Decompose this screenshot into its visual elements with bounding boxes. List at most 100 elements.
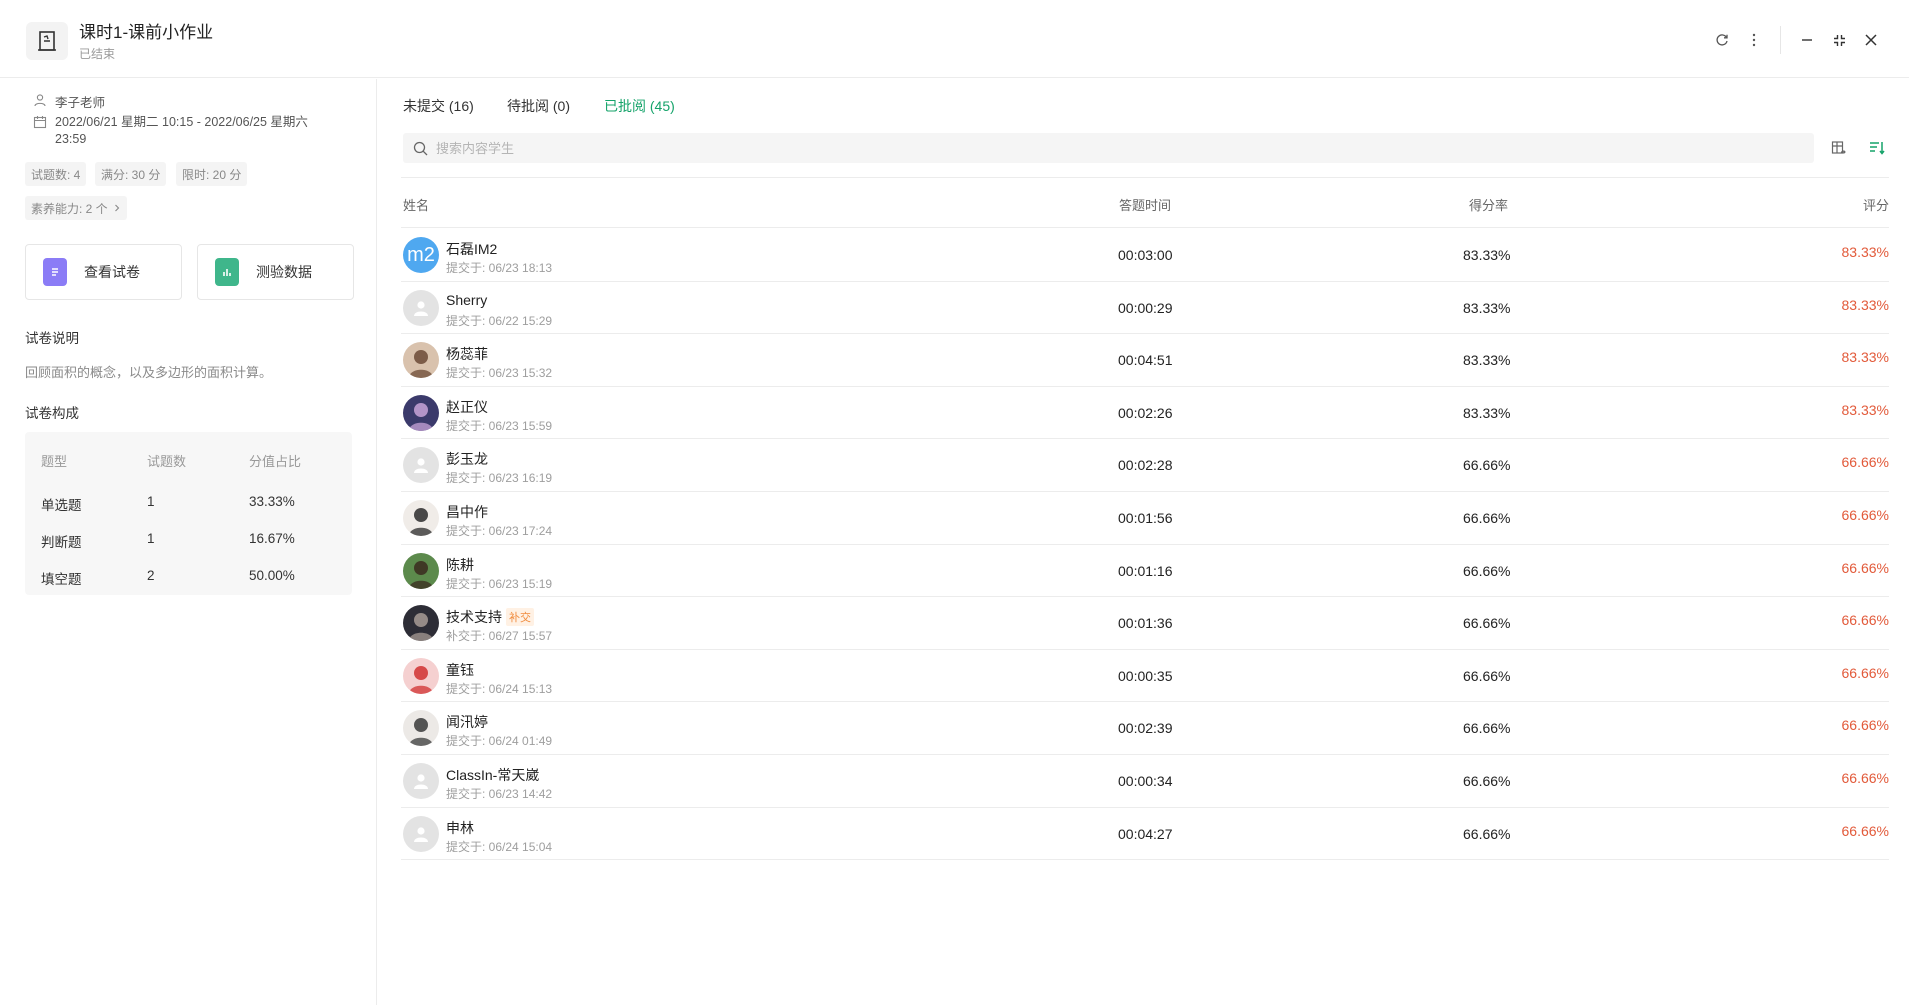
cell-ratio: 16.67% [249,531,295,546]
restore-icon[interactable] [1823,24,1855,56]
score-rate: 66.66% [1463,773,1511,789]
score-rate: 66.66% [1463,825,1511,842]
table-header: 姓名 答题时间 得分率 评分 [401,178,1889,228]
answer-time: 00:04:51 [1118,352,1173,369]
photo-avatar-icon [409,665,433,694]
window-header: 课时1-课前小作业 已结束 [0,0,1909,78]
calendar-icon [33,116,47,129]
literacy-chip[interactable]: 素养能力: 2 个 [25,196,127,220]
score-value[interactable]: 66.66% [1842,507,1889,523]
student-name: 赵正仪 [446,398,488,415]
question-count-chip: 试题数: 4 [25,162,87,186]
student-name-wrap: 赵正仪 [446,397,488,417]
default-avatar-icon [414,458,428,474]
default-avatar-icon [414,774,428,789]
quiz-data-button[interactable]: 测验数据 [197,244,354,300]
search-icon [413,141,428,155]
tab-pending-review[interactable]: 待批阅 (0) [507,96,570,116]
close-icon[interactable] [1855,24,1887,56]
time-range-row: 2022/06/21 星期二 10:15 - 2022/06/25 星期六 23… [33,114,333,148]
cell-count: 2 [147,568,155,583]
student-name-wrap: 彭玉龙 [446,449,488,469]
submit-time: 提交于: 06/23 15:32 [446,366,553,381]
literacy-label: 素养能力: 2 个 [31,201,108,216]
score-value[interactable]: 66.66% [1842,454,1889,470]
sort-icon[interactable] [1864,135,1890,161]
cell-type: 填空题 [41,572,82,587]
composition-row: 判断题 1 16.67% [25,531,352,551]
cell-count: 1 [147,531,155,546]
student-name: 陈耕 [446,556,474,573]
table-row[interactable]: 彭玉龙 提交于: 06/23 16:19 00:02:28 66.66% 66.66% [401,439,1889,492]
avatar [403,552,439,589]
table-row[interactable]: Sherry 提交于: 06/22 15:29 00:00:29 83.33% 83.3… [401,282,1889,335]
table-row[interactable]: ClassIn-常天崴 提交于: 06/23 14:42 00:00:34 66.66… [401,755,1889,808]
student-name-wrap: Sherry [446,292,487,308]
search-input[interactable] [436,140,1786,156]
student-name-wrap: 昌中作 [446,502,488,522]
avatar: m2 [403,237,439,273]
table-row[interactable]: 申林 提交于: 06/24 15:04 00:04:27 66.66% 66.66% [401,808,1889,861]
student-name-wrap: 童钰 [446,660,474,680]
assignment-icon [26,22,68,60]
table-row[interactable]: 赵正仪 提交于: 06/23 15:59 00:02:26 83.33% 83.33% [401,387,1889,440]
student-name-wrap: ClassIn-常天崴 [446,765,539,785]
export-icon[interactable] [1826,135,1852,161]
time-range-line2: 23:59 [55,132,87,146]
teacher-row: 李子老师 [33,92,105,111]
avatar [403,342,439,379]
score-value[interactable]: 66.66% [1842,612,1889,628]
time-limit-chip: 限时: 20 分 [176,162,248,186]
more-icon[interactable] [1738,24,1770,56]
student-name: 昌中作 [446,504,488,520]
student-name: 申林 [446,819,474,836]
student-name: 石磊IM2 [446,241,498,257]
avatar [403,657,439,694]
score-rate: 66.66% [1463,615,1511,632]
refresh-icon[interactable] [1706,24,1738,56]
score-value[interactable]: 83.33% [1842,297,1889,313]
score-value[interactable]: 83.33% [1842,402,1889,418]
score-value[interactable]: 83.33% [1842,349,1889,365]
score-value[interactable]: 66.66% [1842,717,1889,733]
photo-avatar-icon [409,613,433,642]
student-name: 杨蕊菲 [446,346,488,363]
minimize-icon[interactable] [1791,24,1823,56]
student-name-wrap: 闻汛婷 [446,712,488,732]
view-paper-button[interactable]: 查看试卷 [25,244,182,300]
score-value[interactable]: 66.66% [1842,770,1889,786]
table-row[interactable]: 童钰 提交于: 06/24 15:13 00:00:35 66.66% 66.66% [401,650,1889,703]
table-row[interactable]: 技术支持 补交 补交于: 06/27 15:57 00:01:36 66.66% 66.6… [401,597,1889,650]
score-value[interactable]: 83.33% [1842,244,1889,260]
tab-not-submitted[interactable]: 未提交 (16) [403,96,474,116]
score-rate: 66.66% [1463,562,1511,579]
score-value[interactable]: 66.66% [1842,665,1889,681]
score-rate: 83.33% [1463,352,1511,369]
composition-row: 单选题 1 33.33% [25,494,352,514]
paper-composition-title: 试卷构成 [25,406,79,421]
tab-reviewed[interactable]: 已批阅 (45) [604,96,675,116]
table-row[interactable]: m2 石磊IM2 提交于: 06/23 18:13 00:03:00 83.33% 83.… [401,229,1889,282]
col-count: 试题数 [147,454,187,469]
table-row[interactable]: 昌中作 提交于: 06/23 17:24 00:01:56 66.66% 66.66% [401,492,1889,545]
score-rate: 66.66% [1463,457,1511,474]
photo-avatar-icon [409,560,433,589]
view-paper-label: 查看试卷 [84,264,140,280]
header-name: 姓名 [403,198,430,213]
answer-time: 00:02:39 [1118,720,1173,737]
user-icon [34,94,46,107]
table-row[interactable]: 陈耕 提交于: 06/23 15:19 00:01:16 66.66% 66.66% [401,545,1889,598]
score-value[interactable]: 66.66% [1842,560,1889,576]
divider [1780,26,1781,54]
score-value[interactable]: 66.66% [1842,823,1889,839]
table-row[interactable]: 闻汛婷 提交于: 06/24 01:49 00:02:39 66.66% 66.66% [401,702,1889,755]
full-score-chip: 满分: 30 分 [95,162,167,186]
submit-time: 提交于: 06/24 15:04 [446,839,553,854]
student-name-wrap: 石磊IM2 [446,239,497,259]
avatar [403,447,439,484]
late-submit-badge: 补交 [506,608,534,627]
answer-time: 00:02:26 [1118,404,1173,421]
score-rate: 83.33% [1463,247,1511,263]
chart-icon [215,258,239,286]
table-row[interactable]: 杨蕊菲提交于: 06/23 15:32 00:04:51 83.33% 83.33% [401,334,1889,387]
